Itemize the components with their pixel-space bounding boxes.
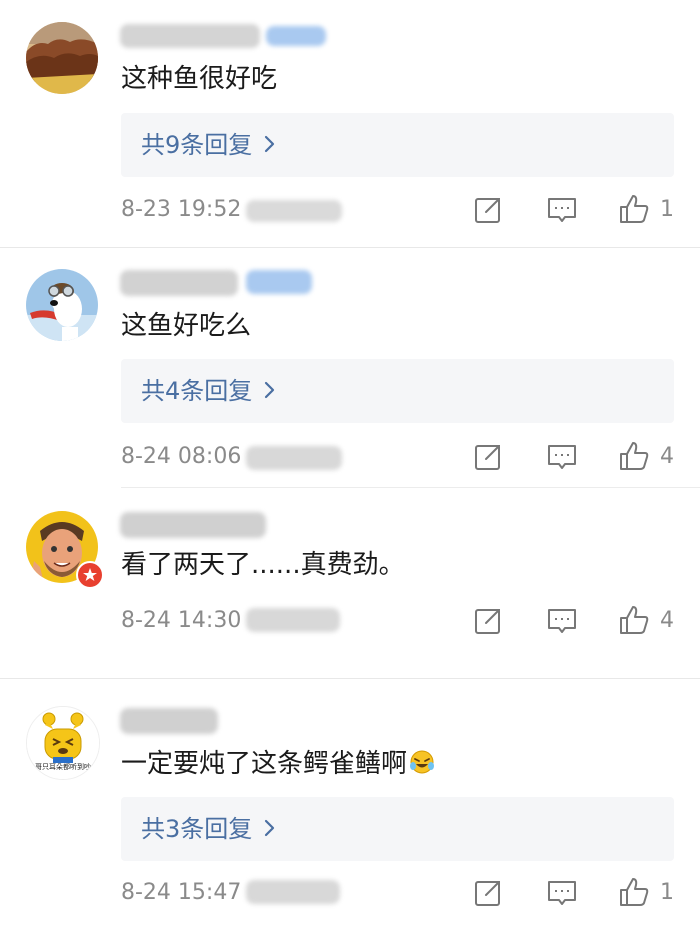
- like-button[interactable]: [618, 876, 650, 908]
- like-button[interactable]: [618, 193, 650, 225]
- user-avatar[interactable]: [26, 269, 98, 341]
- divider: [0, 678, 700, 679]
- comment-time: 8-24 15:47: [121, 880, 242, 905]
- chevron-right-icon: [264, 798, 276, 862]
- share-button[interactable]: [472, 605, 504, 637]
- verified-badge: [76, 561, 104, 589]
- share-button[interactable]: [472, 441, 504, 473]
- user-badge: [246, 270, 312, 294]
- comment-text: 这鱼好吃么: [121, 311, 252, 341]
- user-location: [246, 608, 340, 632]
- comment-time: 8-24 08:06: [121, 444, 242, 469]
- view-replies-button[interactable]: 共3条回复: [121, 797, 674, 861]
- username[interactable]: [120, 24, 260, 48]
- comment-text-content: 一定要炖了这条鳄雀鳝啊: [121, 749, 408, 779]
- share-button[interactable]: [472, 194, 504, 226]
- like-count: 4: [660, 444, 674, 469]
- replies-label: 共9条回复: [141, 131, 253, 159]
- like-button[interactable]: [618, 440, 650, 472]
- like-count: 1: [660, 197, 674, 222]
- comment-item: 看了两天了......真费劲。 8-24 14:30 4: [0, 488, 700, 678]
- chevron-right-icon: [264, 360, 276, 424]
- view-replies-button[interactable]: 共9条回复: [121, 113, 674, 177]
- comment-item: 这种鱼很好吃 共9条回复 8-23 19:52 1: [0, 0, 700, 245]
- like-button[interactable]: [618, 604, 650, 636]
- replies-label: 共4条回复: [141, 377, 253, 405]
- replies-label: 共3条回复: [141, 815, 253, 843]
- laugh-cry-emoji-icon: [409, 749, 435, 775]
- chevron-right-icon: [264, 114, 276, 178]
- user-location: [246, 880, 340, 904]
- user-badge: [266, 26, 326, 46]
- comment-item: 这鱼好吃么 共4条回复 8-24 08:06 4: [0, 248, 700, 488]
- comment-item: 哥只耳朵都听到吵 一定要炖了这条鳄雀鳝啊 共3条回复 8-24 15:47 1: [0, 680, 700, 930]
- comment-text: 一定要炖了这条鳄雀鳝啊: [121, 747, 435, 781]
- user-avatar[interactable]: [26, 22, 98, 94]
- user-location: [246, 446, 342, 470]
- like-count: 1: [660, 880, 674, 905]
- comment-text: 这种鱼很好吃: [121, 64, 278, 94]
- comment-button[interactable]: [546, 441, 578, 473]
- comment-button[interactable]: [546, 605, 578, 637]
- comment-button[interactable]: [546, 194, 578, 226]
- view-replies-button[interactable]: 共4条回复: [121, 359, 674, 423]
- like-count: 4: [660, 608, 674, 633]
- username[interactable]: [120, 708, 218, 734]
- username[interactable]: [120, 270, 238, 296]
- share-button[interactable]: [472, 877, 504, 909]
- comment-time: 8-23 19:52: [121, 197, 242, 222]
- user-location: [246, 200, 342, 222]
- comment-text: 看了两天了......真费劲。: [121, 550, 405, 580]
- comment-button[interactable]: [546, 877, 578, 909]
- username[interactable]: [120, 512, 266, 538]
- user-avatar[interactable]: 哥只耳朵都听到吵: [26, 706, 100, 780]
- comment-time: 8-24 14:30: [121, 608, 242, 633]
- avatar-caption: 哥只耳朵都听到吵: [35, 763, 91, 771]
